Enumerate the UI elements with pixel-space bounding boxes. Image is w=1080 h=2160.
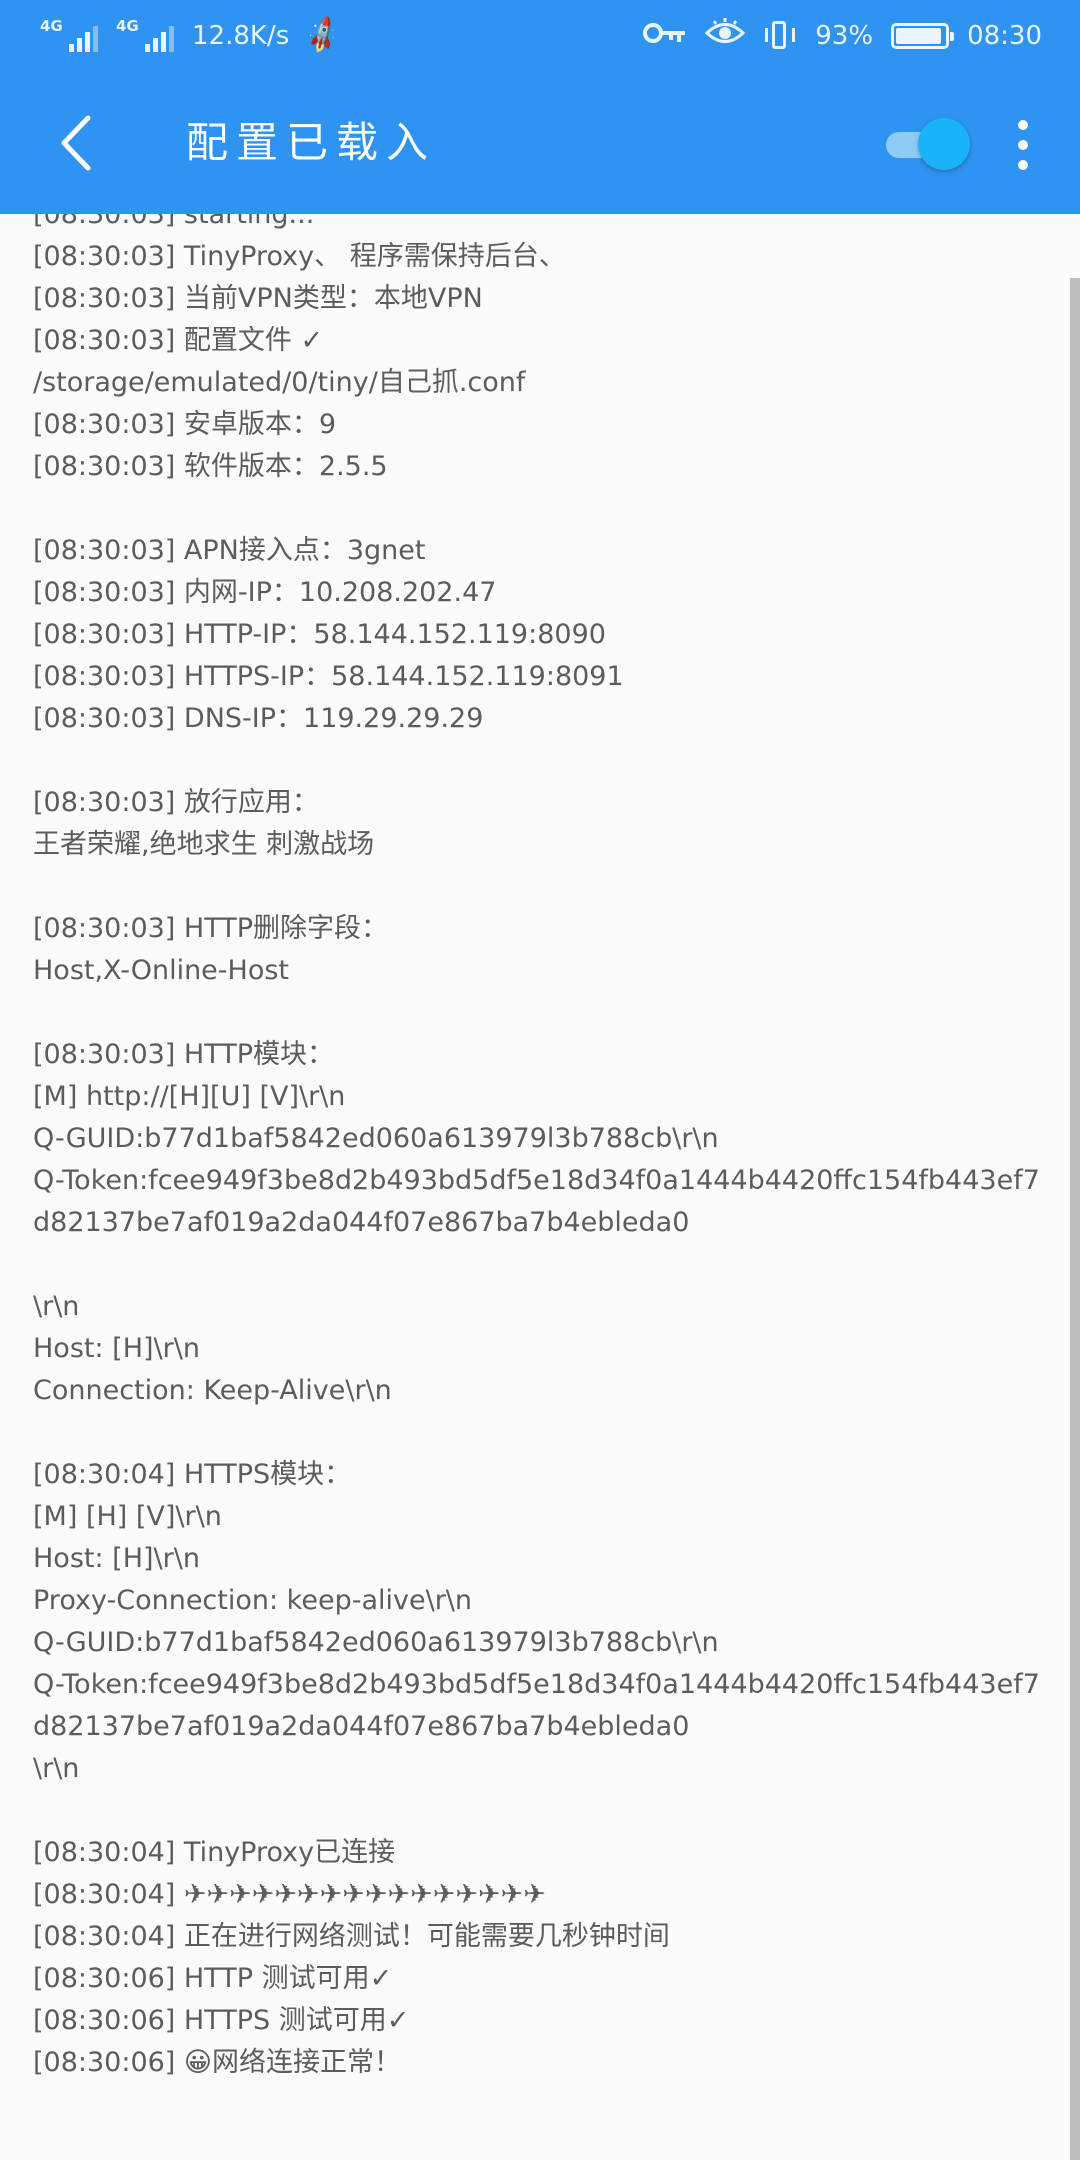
- sim1-signal-icon: 4G: [40, 18, 98, 54]
- log-line: [08:30:06] HTTPS 测试可用✓: [33, 2005, 410, 2036]
- log-line: Host: [H]\r\n: [33, 1543, 200, 1574]
- log-line: [08:30:03] HTTPS-IP：58.144.152.119:8091: [33, 661, 624, 692]
- sim2-network-label: 4G: [116, 17, 139, 35]
- scrollbar[interactable]: [1070, 278, 1080, 2160]
- log-line: [08:30:03] 软件版本：2.5.5: [33, 451, 388, 482]
- eye-icon: [705, 17, 746, 55]
- battery-icon: [891, 23, 955, 49]
- log-line: [08:30:03] APN接入点：3gnet: [33, 535, 426, 566]
- status-bar: 4G 4G 12.8K/s 🚀 93% 08:30: [0, 0, 1080, 72]
- log-line: [08:30:06] HTTP 测试可用✓: [33, 1963, 393, 1994]
- log-line: Proxy-Connection: keep-alive\r\n: [33, 1585, 473, 1616]
- log-line: [08:30:04] ✈✈✈✈✈✈✈✈✈✈✈✈✈✈✈✈: [33, 1879, 546, 1910]
- sim1-network-label: 4G: [40, 17, 63, 35]
- log-line: [08:30:04] TinyProxy已连接: [33, 1837, 396, 1868]
- log-line: [08:30:03] 当前VPN类型：本地VPN: [33, 283, 483, 314]
- log-list: [08:30:03] starting... [08:30:03] TinyPro…: [33, 214, 1053, 2084]
- key-icon: [643, 21, 687, 52]
- toggle-knob: [918, 118, 970, 170]
- more-dot-icon: [1018, 160, 1028, 170]
- vpn-toggle[interactable]: [884, 118, 970, 170]
- log-line: /storage/emulated/0/tiny/自己抓.conf: [33, 367, 526, 398]
- log-line: [08:30:06] 😀网络连接正常！: [33, 2047, 402, 2078]
- log-line: [08:30:03] 放行应用：: [33, 787, 319, 818]
- log-line: \r\n: [33, 1753, 80, 1784]
- log-line: [08:30:03] HTTP模块：: [33, 1039, 335, 1070]
- status-right-group: 93% 08:30: [643, 0, 1042, 72]
- log-line: [M] [H] [V]\r\n: [33, 1501, 222, 1532]
- app-bar: 配置已载入: [0, 72, 1080, 214]
- log-line: [08:30:03] 内网-IP：10.208.202.47: [33, 577, 497, 608]
- more-options-button[interactable]: [1008, 120, 1038, 170]
- log-line: Q-GUID:b77d1baf5842ed060a613979l3b788cb\…: [33, 1123, 719, 1154]
- log-blank-line: [33, 488, 1053, 530]
- log-blank-line: [33, 866, 1053, 908]
- log-line: Q-GUID:b77d1baf5842ed060a613979l3b788cb\…: [33, 1627, 719, 1658]
- battery-fill: [896, 28, 942, 44]
- more-dot-icon: [1018, 120, 1028, 130]
- log-line: Host,X-Online-Host: [33, 955, 290, 986]
- log-line: Q-Token:fcee949f3be8d2b493bd5df5e18d34f0…: [33, 1165, 1040, 1238]
- log-line: [08:30:03] HTTP删除字段：: [33, 913, 389, 944]
- log-output[interactable]: [08:30:03] starting... [08:30:03] TinyPro…: [0, 214, 1064, 2160]
- log-line: [08:30:04] 正在进行网络测试！可能需要几秒钟时间: [33, 1921, 670, 1952]
- log-line: Host: [H]\r\n: [33, 1333, 200, 1364]
- log-line: Connection: Keep-Alive\r\n: [33, 1375, 392, 1406]
- net-speed: 12.8K/s: [192, 21, 290, 51]
- page-title: 配置已载入: [186, 118, 437, 167]
- status-left-group: 4G 4G 12.8K/s 🚀: [40, 0, 345, 72]
- more-dot-icon: [1018, 140, 1028, 150]
- log-blank-line: [33, 740, 1053, 782]
- log-line: [08:30:03] 配置文件 ✓: [33, 325, 324, 356]
- back-button[interactable]: [44, 108, 114, 178]
- sim2-signal-icon: 4G: [116, 18, 174, 54]
- log-blank-line: [33, 992, 1053, 1034]
- log-blank-line: [33, 1412, 1053, 1454]
- log-line: Q-Token:fcee949f3be8d2b493bd5df5e18d34f0…: [33, 1669, 1040, 1742]
- battery-percent: 93%: [815, 21, 874, 51]
- clock: 08:30: [967, 21, 1042, 51]
- log-line: [08:30:04] HTTPS模块：: [33, 1459, 352, 1490]
- log-blank-line: [33, 1790, 1053, 1832]
- back-arrow-icon: [61, 115, 91, 171]
- log-line: [M] http://[H][U] [V]\r\n: [33, 1081, 346, 1112]
- log-line: [08:30:03] starting...: [33, 214, 315, 230]
- vibrate-icon: [763, 19, 797, 53]
- log-line: \r\n: [33, 1291, 80, 1322]
- log-line: [08:30:03] 安卓版本：9: [33, 409, 337, 440]
- log-line: [08:30:03] TinyProxy、 程序需保持后台、: [33, 241, 566, 272]
- log-line: 王者荣耀,绝地求生 刺激战场: [33, 829, 375, 860]
- rocket-icon: 🚀: [301, 14, 345, 58]
- log-line: [08:30:03] HTTP-IP：58.144.152.119:8090: [33, 619, 606, 650]
- log-line: [08:30:03] DNS-IP：119.29.29.29: [33, 703, 484, 734]
